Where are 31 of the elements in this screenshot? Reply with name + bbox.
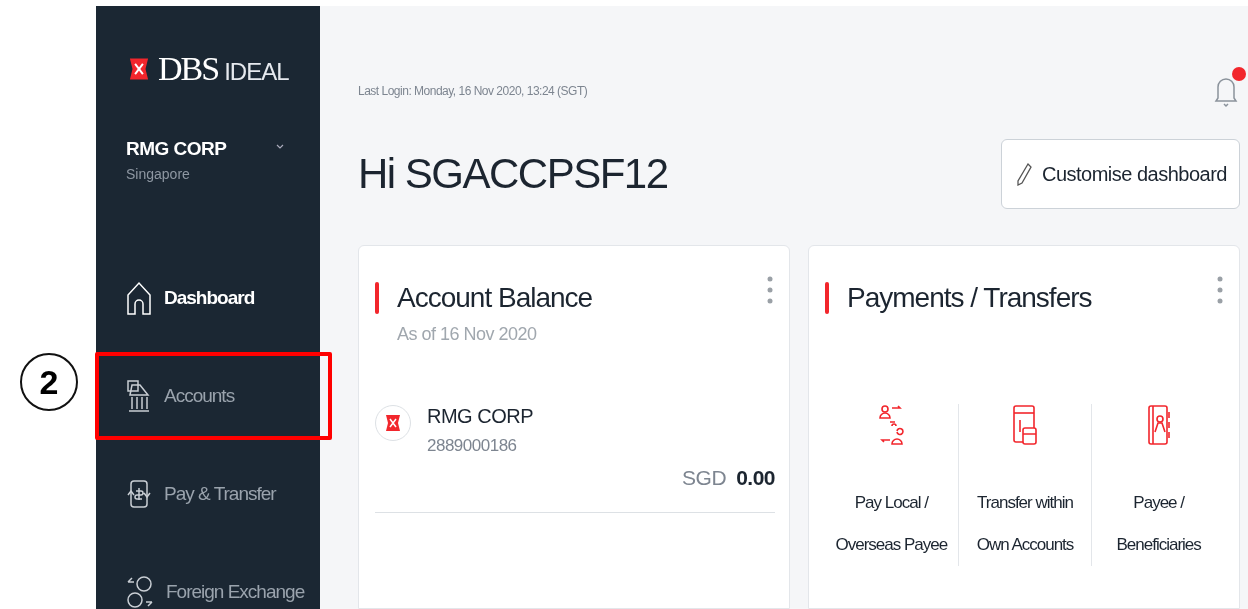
last-login-text: Last Login: Monday, 16 Nov 2020, 13:24 (SGT) <box>358 84 588 98</box>
nav-item[interactable]: Dashboard <box>126 278 320 318</box>
company-country: Singapore <box>126 166 191 182</box>
nav-item[interactable]: Pay & Transfer <box>126 474 320 514</box>
card-title: Payments / Transfers <box>847 282 1092 314</box>
more-options-icon[interactable] <box>1217 276 1223 304</box>
step-number: 2 <box>20 353 78 411</box>
wallet-icon <box>1012 404 1038 446</box>
logo-text: DBS <box>158 50 219 88</box>
customise-dashboard-button[interactable]: Customise dashboard <box>1000 139 1240 209</box>
greeting: Hi SGACCPSF12 <box>358 150 668 198</box>
as-of-date: As of 16 Nov 2020 <box>397 324 538 345</box>
payment-action[interactable]: Pay Local / Overseas Payee <box>832 482 951 566</box>
nav-item[interactable]: Accounts <box>126 376 320 416</box>
product-name: IDEAL <box>224 58 289 86</box>
bank-icon <box>126 379 152 413</box>
account-name[interactable]: RMG CORP <box>427 405 533 428</box>
contact-book-icon <box>1146 404 1171 446</box>
home-icon <box>126 280 152 316</box>
pencil-icon <box>1015 162 1032 186</box>
dbs-mark-icon <box>383 413 403 433</box>
nav-item[interactable]: Foreign Exchange <box>126 572 320 609</box>
more-options-icon[interactable] <box>767 276 773 304</box>
currency: SGD <box>682 466 727 490</box>
payment-action[interactable]: Transfer within Own Accounts <box>966 482 1084 566</box>
balance-amount: 0.00 <box>736 466 775 490</box>
card-title: Account Balance <box>397 282 593 314</box>
company-name[interactable]: RMG CORP <box>126 138 227 160</box>
caret-icon[interactable] <box>276 144 284 149</box>
account-number: 2889000186 <box>427 436 518 456</box>
payment-action[interactable]: Payee / Beneficiaries <box>1099 482 1218 566</box>
